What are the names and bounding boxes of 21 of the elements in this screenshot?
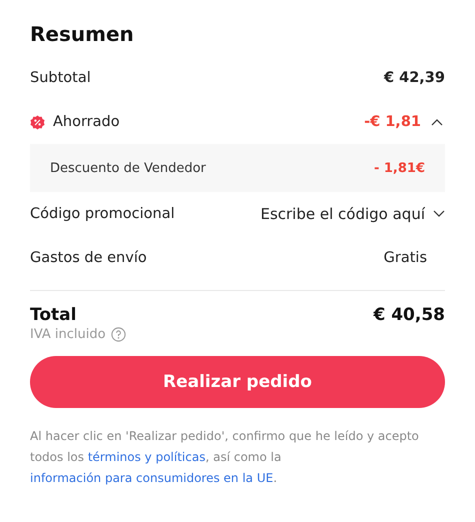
consumer-info-link[interactable]: información para consumidores en la UE	[30, 471, 274, 485]
total-label: Total	[30, 305, 76, 325]
help-icon[interactable]	[110, 327, 126, 342]
summary-title: Resumen	[30, 22, 135, 46]
legal-text: Al hacer clic en 'Realizar pedido', confirmo que he leído y acepto todos los términos y políticas, así como la información para consumidores en la UE.	[30, 428, 420, 487]
tax-note: IVA incluido	[30, 327, 106, 342]
chevron-icon	[433, 210, 445, 218]
subtotal-value: € 42,39	[384, 70, 445, 86]
savings-value: -€ 1,81	[364, 114, 421, 130]
savings-label: Ahorrado	[53, 114, 120, 130]
subtotal-label: Subtotal	[30, 70, 91, 86]
place-order-button[interactable]: Realizar pedido	[30, 356, 445, 408]
shipping-value: Gratis	[384, 250, 427, 266]
discount-label: Descuento de Vendedor	[50, 160, 206, 176]
discount-value: - 1,81€	[374, 160, 425, 176]
shipping-label: Gastos de envío	[30, 250, 147, 266]
terms-link[interactable]: términos y políticas	[88, 450, 206, 464]
chevron-icon[interactable]	[429, 118, 445, 126]
discount-icon	[30, 114, 45, 130]
total-value: € 40,58	[373, 305, 445, 325]
promo-label: Código promocional	[30, 206, 175, 222]
